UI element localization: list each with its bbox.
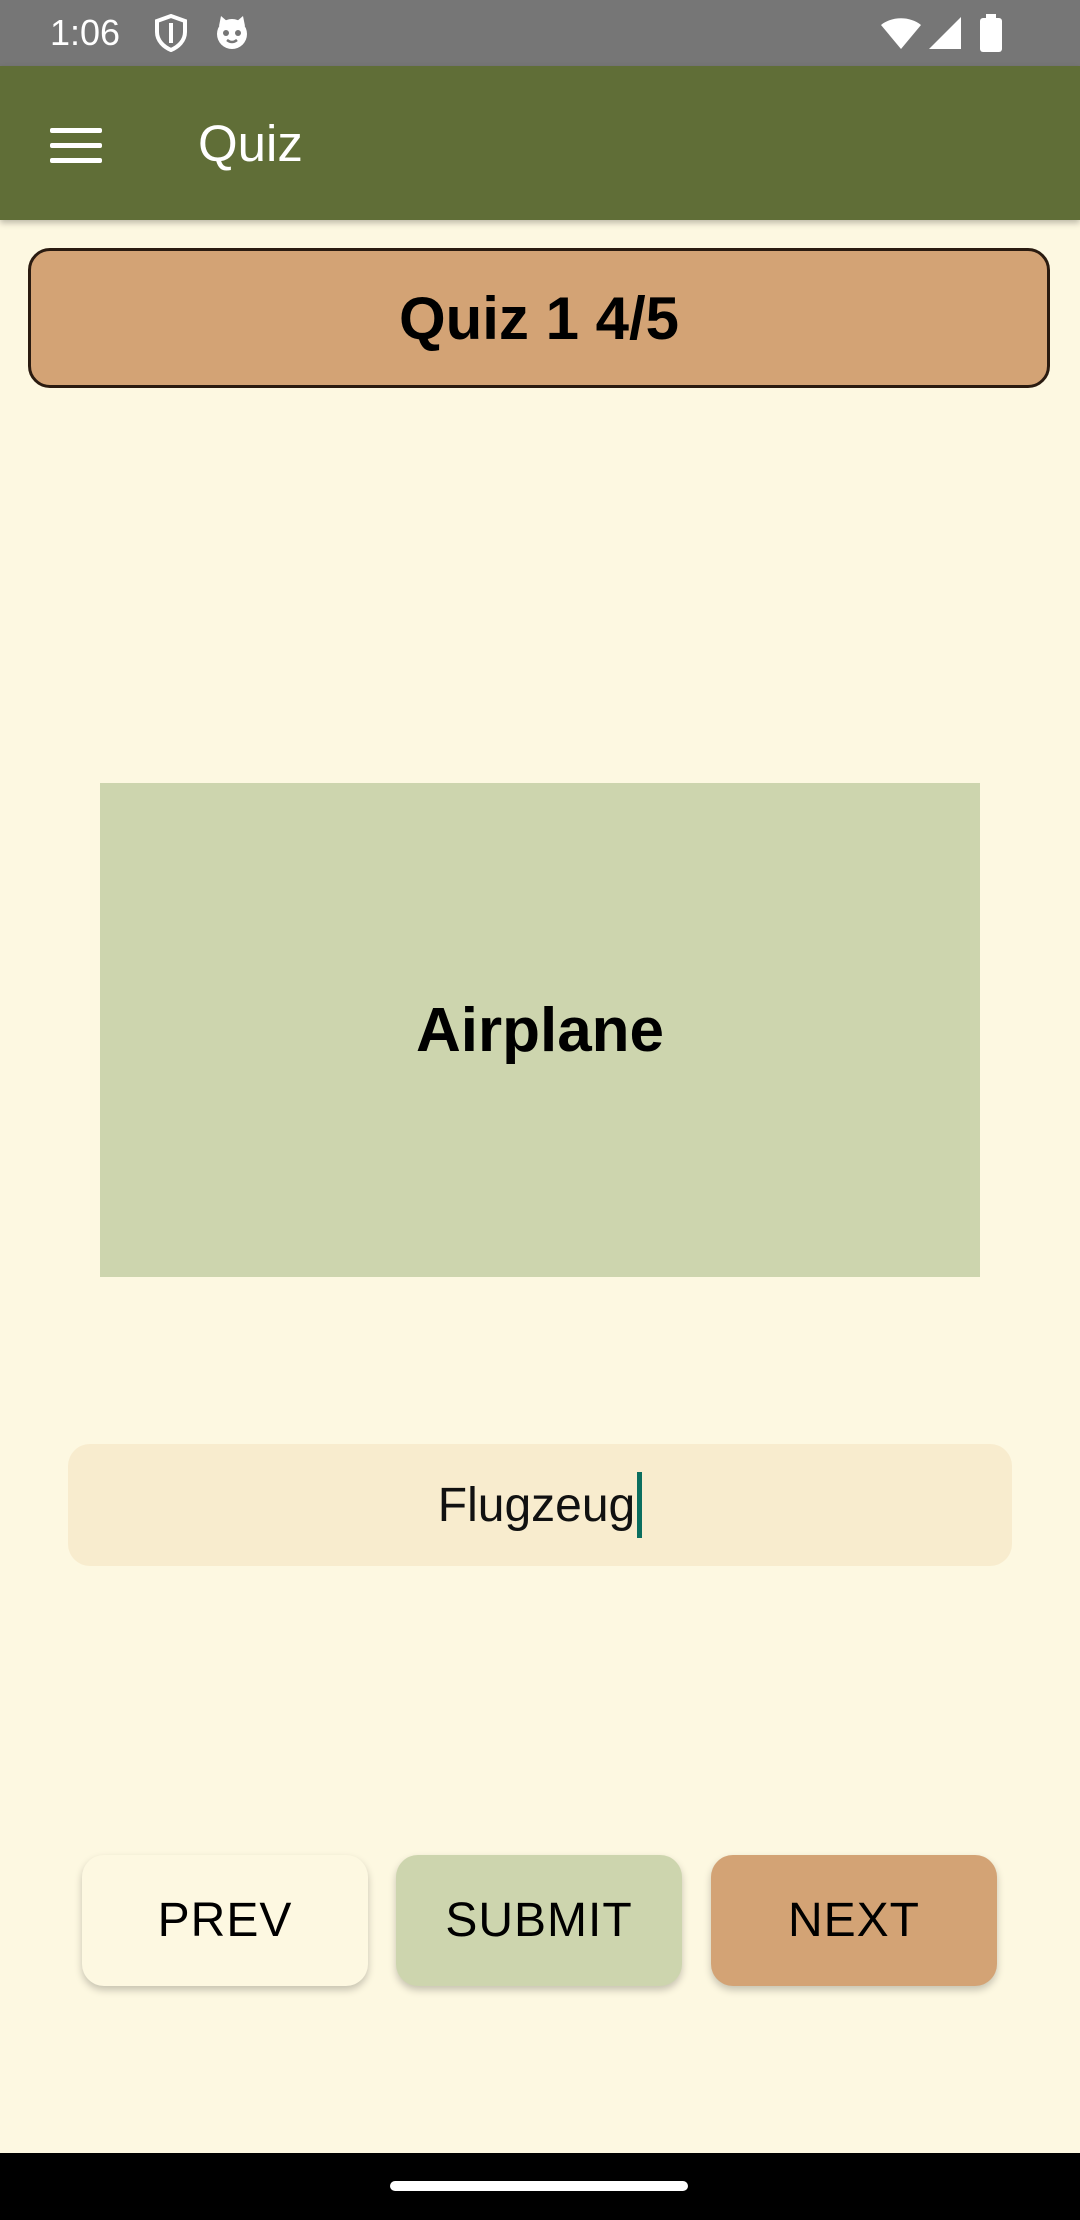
wifi-icon: [880, 16, 922, 55]
text-cursor: [637, 1472, 643, 1538]
home-gesture-handle[interactable]: [390, 2181, 688, 2191]
shield-icon: [154, 13, 188, 57]
submit-button[interactable]: SUBMIT: [396, 1855, 682, 1986]
answer-value: Flugzeug: [437, 1478, 636, 1532]
battery-icon: [980, 14, 1002, 57]
quiz-progress-label: Quiz 1 4/5: [398, 284, 680, 352]
hamburger-menu-icon[interactable]: [30, 106, 124, 180]
word-to-translate: Airplane: [415, 995, 665, 1065]
status-time: 1:06: [50, 12, 121, 53]
app-bar: Quiz: [0, 66, 1080, 220]
app-title: Quiz: [198, 115, 303, 172]
word-card: Airplane: [100, 783, 980, 1277]
prev-button[interactable]: PREV: [82, 1855, 368, 1986]
next-button[interactable]: NEXT: [711, 1855, 997, 1986]
navigation-bar: [0, 2153, 1080, 2220]
cat-icon: [213, 14, 251, 57]
answer-input[interactable]: Flugzeug: [68, 1444, 1012, 1566]
status-bar: 1:06: [0, 0, 1080, 66]
quiz-progress-header: Quiz 1 4/5: [28, 248, 1050, 388]
signal-icon: [928, 16, 962, 55]
